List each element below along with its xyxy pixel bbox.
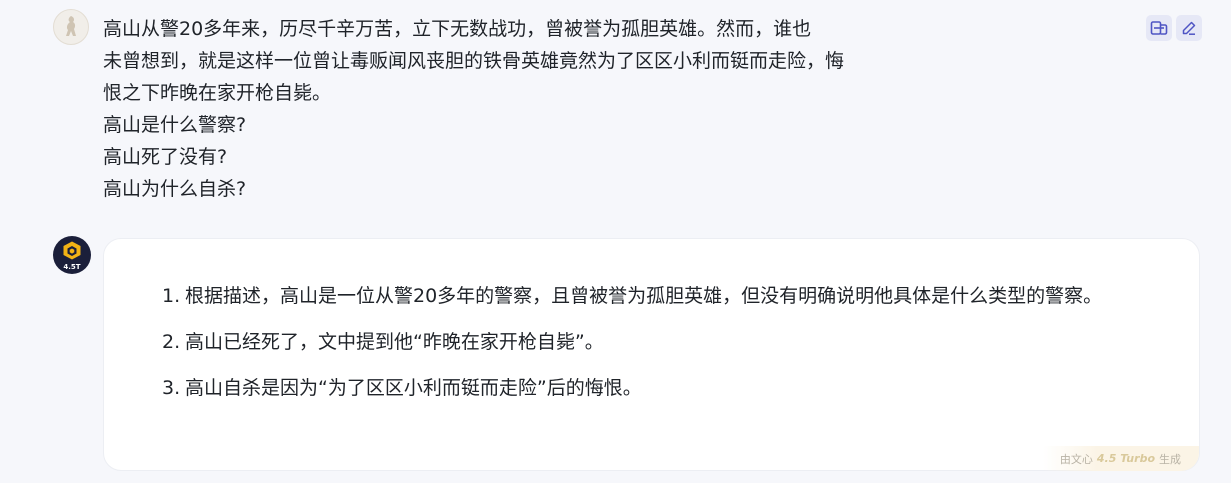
user-message-line: 高山死了没有? (103, 146, 228, 168)
list-item-number: 2. (162, 331, 181, 353)
list-item-text: 根据描述，高山是一位从警20多年的警察，且曾被誉为孤胆英雄，但没有明确说明他具体… (185, 285, 1103, 307)
list-item: 3. 高山自杀是因为“为了区区小利而铤而走险”后的悔恨。 (162, 372, 1152, 404)
user-message-line: 高山为什么自杀? (103, 178, 247, 200)
model-badge: 4.5T (63, 263, 81, 271)
user-message-line: 高山是什么警察? (103, 114, 247, 136)
edit-button[interactable] (1176, 15, 1202, 41)
generated-by-tag: 由文心 4.5 Turbo 生成 (1043, 446, 1199, 471)
answer-list: 1. 根据描述，高山是一位从警20多年的警察，且曾被誉为孤胆英雄，但没有明确说明… (162, 280, 1152, 418)
list-item: 1. 根据描述，高山是一位从警20多年的警察，且曾被誉为孤胆英雄，但没有明确说明… (162, 280, 1152, 312)
user-avatar[interactable] (53, 9, 89, 45)
chat-page: 高山从警20多年来，历尽千辛万苦，立下无数战功，曾被誉为孤胆英雄。然而，谁也 未… (0, 0, 1231, 483)
user-message-line: 未曾想到，就是这样一位曾让毒贩闻风丧胆的铁骨英雄竟然为了区区小利而铤而走险，悔 (103, 50, 845, 72)
list-item-number: 1. (162, 285, 181, 307)
bot-avatar: 4.5T (53, 236, 91, 274)
copy-icon (1150, 21, 1168, 35)
user-message-line: 恨之下昨晚在家开枪自毙。 (103, 82, 332, 104)
hexagon-logo-icon (63, 241, 81, 260)
generated-by-prefix: 由文心 (1059, 452, 1093, 466)
edit-icon (1182, 21, 1196, 35)
bot-response-card: 1. 根据描述，高山是一位从警20多年的警察，且曾被誉为孤胆英雄，但没有明确说明… (103, 238, 1200, 471)
list-item: 2. 高山已经死了，文中提到他“昨晚在家开枪自毙”。 (162, 326, 1152, 358)
user-message-text: 高山从警20多年来，历尽千辛万苦，立下无数战功，曾被誉为孤胆英雄。然而，谁也 未… (103, 13, 923, 205)
copy-button[interactable] (1146, 15, 1172, 41)
user-message-actions (1146, 15, 1202, 41)
rider-avatar-icon (66, 16, 76, 36)
generated-by-model: 4.5 Turbo (1096, 452, 1155, 465)
generated-by-suffix: 生成 (1159, 452, 1181, 466)
list-item-number: 3. (162, 377, 181, 399)
list-item-text: 高山已经死了，文中提到他“昨晚在家开枪自毙”。 (185, 331, 604, 353)
user-message-line: 高山从警20多年来，历尽千辛万苦，立下无数战功，曾被誉为孤胆英雄。然而，谁也 (103, 18, 812, 40)
list-item-text: 高山自杀是因为“为了区区小利而铤而走险”后的悔恨。 (185, 377, 642, 399)
